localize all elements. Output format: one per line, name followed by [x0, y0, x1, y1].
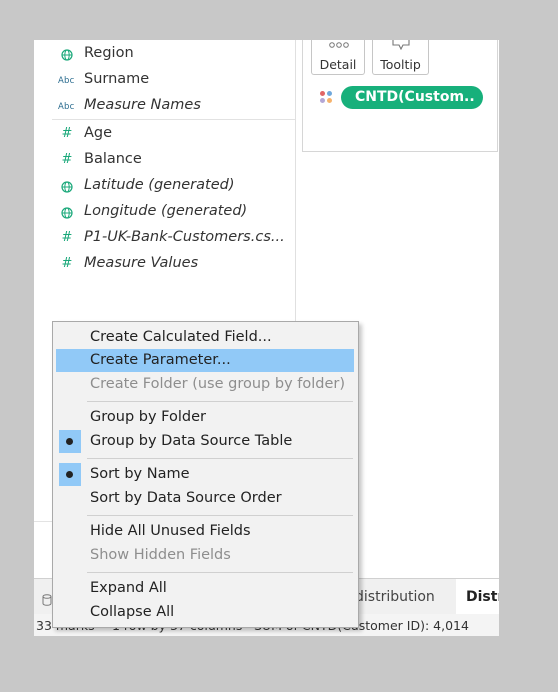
menu-create-folder: Create Folder (use group by folder) — [56, 373, 354, 396]
dimensions-measures-divider — [52, 119, 295, 120]
menu-item-label: Sort by Name — [90, 466, 190, 482]
field-label: Surname — [84, 71, 150, 87]
field-label: Measure Names — [84, 97, 201, 113]
menu-separator — [87, 458, 353, 459]
field-label: Balance — [84, 151, 142, 167]
string-type-icon: Abc — [58, 102, 75, 112]
checked-bullet-icon — [59, 430, 81, 453]
menu-item-label: Hide All Unused Fields — [90, 523, 251, 539]
field-balance[interactable]: # Balance — [34, 148, 295, 174]
menu-item-label: Expand All — [90, 580, 167, 596]
string-type-icon: Abc — [58, 76, 75, 86]
field-latitude[interactable]: Latitude (generated) — [34, 174, 295, 200]
checked-bullet-icon — [59, 463, 81, 486]
menu-item-label: Collapse All — [90, 604, 175, 620]
field-surname[interactable]: Abc Surname — [34, 68, 295, 94]
menu-separator — [87, 401, 353, 402]
detail-label: Detail — [319, 57, 357, 72]
field-age[interactable]: # Age — [34, 122, 295, 148]
field-label: P1-UK-Bank-Customers.cs... — [84, 229, 285, 245]
globe-icon — [60, 178, 74, 194]
menu-group-by-folder[interactable]: Group by Folder — [56, 406, 354, 429]
tooltip-label: Tooltip — [380, 57, 421, 72]
tooltip-icon — [392, 40, 410, 50]
detail-icon — [329, 42, 349, 48]
menu-create-parameter[interactable]: Create Parameter... — [56, 349, 354, 372]
menu-hide-all-unused-fields[interactable]: Hide All Unused Fields — [56, 520, 354, 543]
menu-sort-by-data-source-order[interactable]: Sort by Data Source Order — [56, 487, 354, 510]
tab-distr-active[interactable]: Distr — [456, 579, 499, 615]
menu-create-calculated-field[interactable]: Create Calculated Field... — [56, 326, 354, 349]
field-measure-values[interactable]: # Measure Values — [34, 252, 295, 278]
color-mark-icon — [320, 91, 334, 105]
tooltip-button[interactable]: Tooltip — [372, 40, 429, 75]
field-label: Latitude (generated) — [84, 177, 235, 193]
globe-icon — [60, 204, 74, 220]
menu-show-hidden-fields: Show Hidden Fields — [56, 544, 354, 567]
field-label: Region — [84, 45, 134, 61]
cntd-customer-pill[interactable]: CNTD(Custom.. — [341, 86, 483, 109]
field-label: Measure Values — [84, 255, 199, 271]
menu-item-label: Group by Folder — [90, 409, 206, 425]
menu-collapse-all[interactable]: Collapse All — [56, 601, 354, 624]
field-label: Longitude (generated) — [84, 203, 248, 219]
field-measure-names[interactable]: Abc Measure Names — [34, 94, 295, 120]
menu-item-label: Create Folder (use group by folder) — [90, 376, 346, 392]
menu-item-label: Sort by Data Source Order — [90, 490, 282, 506]
menu-item-label: Group by Data Source Table — [90, 433, 293, 449]
menu-item-label: Create Parameter... — [90, 352, 231, 368]
detail-button[interactable]: Detail — [311, 40, 365, 75]
field-label: Age — [84, 125, 113, 141]
menu-group-by-data-source-table[interactable]: Group by Data Source Table — [56, 430, 354, 453]
number-type-icon: # — [61, 152, 73, 167]
menu-sort-by-name[interactable]: Sort by Name — [56, 463, 354, 486]
menu-separator — [87, 572, 353, 573]
menu-item-label: Create Calculated Field... — [90, 329, 272, 345]
field-longitude[interactable]: Longitude (generated) — [34, 200, 295, 226]
field-region[interactable]: Region — [34, 42, 295, 68]
number-type-icon: # — [61, 256, 73, 271]
field-record-count[interactable]: # P1-UK-Bank-Customers.cs... — [34, 226, 295, 252]
marks-card: Detail Tooltip CNTD(Custom.. — [302, 40, 498, 152]
datasource-icon[interactable] — [42, 591, 52, 610]
menu-separator — [87, 515, 353, 516]
context-menu: Create Calculated Field... Create Parame… — [52, 321, 359, 628]
menu-item-label: Show Hidden Fields — [90, 547, 231, 563]
menu-expand-all[interactable]: Expand All — [56, 577, 354, 600]
number-type-icon: # — [61, 126, 73, 141]
number-type-icon: # — [61, 230, 73, 245]
globe-icon — [60, 46, 74, 62]
